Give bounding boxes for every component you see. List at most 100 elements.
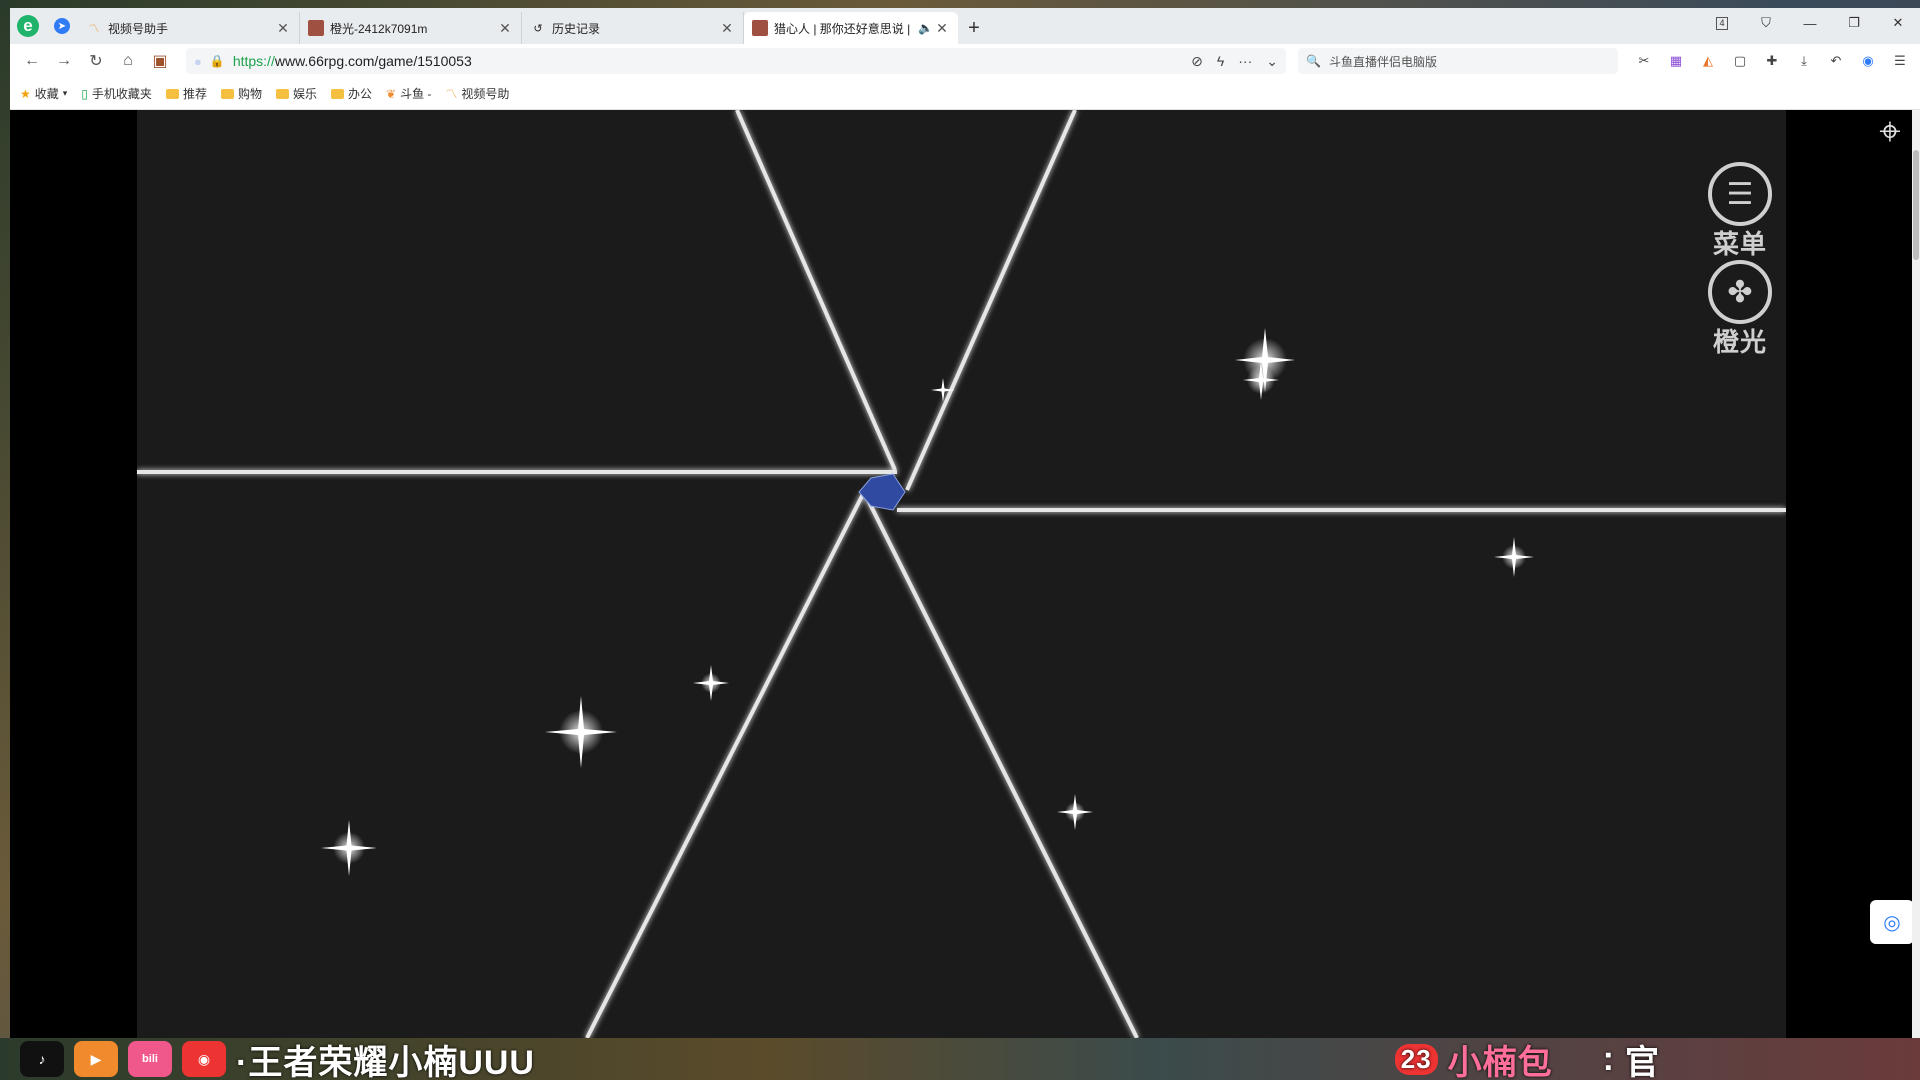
douyu-icon: ❦ (386, 86, 397, 101)
close-window-icon[interactable]: ✕ (1876, 8, 1920, 38)
weibo-icon: ◉ (182, 1041, 226, 1077)
sparkles (321, 328, 1534, 876)
shield-ext-icon[interactable]: ▢ (1728, 49, 1752, 73)
browser-logo-icon[interactable]: e (10, 8, 46, 44)
sparkle (931, 378, 955, 402)
bookmark-video-helper[interactable]: 〽 视频号助 (445, 85, 509, 102)
download-icon[interactable]: ⤓ (1792, 49, 1816, 73)
fullscreen-exit-icon[interactable]: ⌖ (1870, 112, 1910, 152)
nav-bar: ← → ↻ ⌂ ▣ ● 🔒 https://www.66rpg.com/game… (10, 44, 1920, 78)
new-tab-button[interactable]: + (958, 12, 990, 44)
bookmark-office[interactable]: 办公 (330, 85, 372, 102)
edge-icon[interactable]: ◉ (1856, 49, 1880, 73)
star-icon: ★ (20, 86, 31, 101)
briefcase-icon[interactable]: ▣ (146, 47, 174, 75)
chevron-down-icon[interactable]: ▾ (63, 88, 68, 99)
translate-icon[interactable]: ▦ (1664, 49, 1688, 73)
tab-title: 橙光-2412k7091m (330, 21, 428, 36)
page-content: ☰ 菜单 ✤ 橙光 ⌖ ◎ (10, 110, 1920, 1038)
undo-icon[interactable]: ↶ (1824, 49, 1848, 73)
orange-light-button[interactable]: ✤ 橙光 (1705, 260, 1775, 359)
avatar-icon (752, 20, 768, 36)
wallpaper-strip: ♪ ▶ bili ◉ ·王者荣耀小楠UUU 23 小楠包 : 官 (0, 1038, 1920, 1080)
bookmark-entertainment[interactable]: 娱乐 (275, 85, 317, 102)
forward-icon[interactable]: → (50, 47, 78, 75)
tab-2[interactable]: ↺ 历史记录 ✕ (522, 12, 744, 44)
avatar-icon (308, 20, 324, 36)
address-bar[interactable]: ● 🔒 https://www.66rpg.com/game/1510053 ⊘… (186, 48, 1286, 74)
edge-sidebar-icon[interactable]: ◎ (1870, 900, 1914, 944)
extension-icons: ✂ ▦ ◭ ▢ ✚ ⤓ ↶ ◉ ☰ (1632, 49, 1912, 73)
minimize-icon[interactable]: — (1788, 8, 1832, 38)
game-canvas[interactable]: ☰ 菜单 ✤ 橙光 (137, 110, 1786, 1038)
window-controls: 4 ⛉ — ❐ ✕ (1700, 8, 1920, 38)
scrollbar-thumb[interactable] (1913, 150, 1919, 260)
tab-1[interactable]: 橙光-2412k7091m ✕ (300, 12, 522, 44)
heart-wave-icon: 〽 (88, 23, 100, 35)
tab-title: 猎心人 | 那你还好意思说 | (774, 21, 911, 36)
lock-icon: 🔒 (209, 54, 225, 68)
menu-icon[interactable]: ☰ (1888, 49, 1912, 73)
sparkle (545, 696, 617, 768)
url-text[interactable]: https://www.66rpg.com/game/1510053 (233, 53, 1183, 69)
tab-title: 历史记录 (552, 21, 601, 36)
menu-button[interactable]: ☰ 菜单 (1705, 162, 1775, 261)
more-icon[interactable]: ··· (1238, 53, 1252, 70)
light-line (863, 493, 1139, 1038)
center-gem (858, 473, 906, 511)
bookmark-favorites[interactable]: ★ 收藏 ▾ (20, 85, 67, 102)
phone-icon: ▯ (81, 86, 88, 101)
tab-title: 视频号助手 (108, 21, 169, 36)
tab-bar: e ➤ 〽 视频号助手 ✕ 橙光-2412k7091m ✕ ↺ 历史记录 ✕ 猎… (10, 8, 1920, 44)
home-icon[interactable]: ⌂ (114, 47, 142, 75)
light-line (905, 110, 1077, 491)
heart-wave-icon: 〽 (445, 87, 458, 101)
back-icon[interactable]: ← (18, 47, 46, 75)
reload-icon[interactable]: ↻ (82, 47, 110, 75)
badge-number: 23 (1394, 1043, 1438, 1075)
tab-0[interactable]: 〽 视频号助手 ✕ (78, 12, 300, 44)
tab-3[interactable]: 猎心人 | 那你还好意思说 | 🔈 ✕ (744, 12, 958, 44)
bookmark-douyu[interactable]: ❦ 斗鱼 - (386, 85, 431, 102)
shirt-icon[interactable]: ⛉ (1744, 8, 1788, 38)
close-icon[interactable]: ✕ (719, 20, 735, 37)
close-icon[interactable]: ✕ (934, 20, 950, 37)
shield-icon: ● (194, 53, 202, 69)
pinwheel-icon: ✤ (1708, 260, 1772, 324)
folder-icon (275, 88, 289, 99)
pinned-tab-icon[interactable]: ➤ (46, 8, 78, 44)
kaleidoscope-scene (137, 110, 1786, 1038)
sparkle (1057, 794, 1093, 830)
scrollbar[interactable] (1912, 110, 1920, 1038)
browser-window: e ➤ 〽 视频号助手 ✕ 橙光-2412k7091m ✕ ↺ 历史记录 ✕ 猎… (10, 8, 1920, 1038)
lightning-icon[interactable]: ϟ (1217, 53, 1224, 70)
sparkle (693, 665, 729, 701)
search-input[interactable]: 🔍 斗鱼直播伴侣电脑版 (1298, 48, 1618, 74)
bookmark-shopping[interactable]: 购物 (220, 85, 262, 102)
bookmark-mobile[interactable]: ▯ 手机收藏夹 (81, 85, 152, 102)
light-line (735, 110, 897, 471)
tiktok-icon: ♪ (20, 1041, 64, 1077)
block-icon[interactable]: ⊘ (1191, 53, 1203, 70)
bookmarks-bar: ★ 收藏 ▾ ▯ 手机收藏夹 推荐 购物 娱乐 办公 ❦ 斗鱼 - 〽 视频号助 (10, 78, 1920, 110)
folder-icon (220, 88, 234, 99)
bookmark-recommend[interactable]: 推荐 (165, 85, 207, 102)
puzzle-icon[interactable]: ✚ (1760, 49, 1784, 73)
kuaishou-icon: ▶ (74, 1041, 118, 1077)
scissors-icon[interactable]: ✂ (1632, 49, 1656, 73)
history-icon: ↺ (533, 22, 543, 35)
colon-text: : (1602, 1039, 1615, 1078)
close-icon[interactable]: ✕ (497, 20, 513, 37)
sparkle (1494, 537, 1534, 577)
bilibili-icon: bili (128, 1041, 172, 1077)
folder-icon (330, 88, 344, 99)
speaker-icon[interactable]: 🔈 (918, 21, 934, 35)
fox-icon[interactable]: ◭ (1696, 49, 1720, 73)
restore-icon[interactable]: ❐ (1832, 8, 1876, 38)
light-line (585, 493, 865, 1038)
tab-count-icon[interactable]: 4 (1700, 8, 1744, 38)
chevron-down-icon[interactable]: ⌄ (1266, 53, 1278, 70)
close-icon[interactable]: ✕ (275, 20, 291, 37)
sparkle (321, 820, 377, 876)
list-icon: ☰ (1708, 162, 1772, 226)
